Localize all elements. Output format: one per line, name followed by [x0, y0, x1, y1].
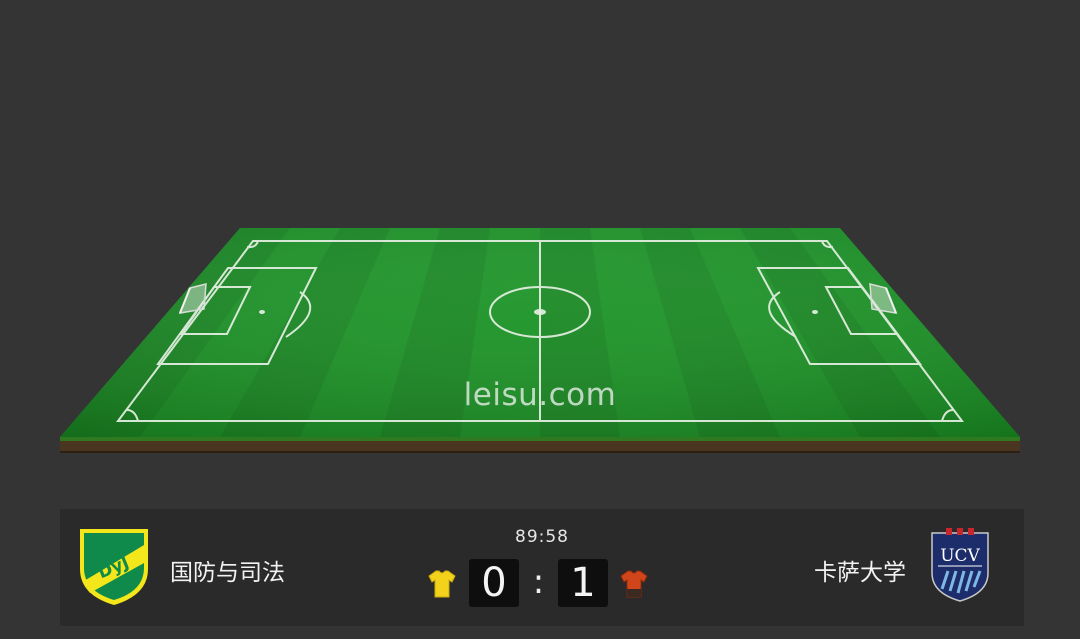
jersey-icon	[620, 569, 648, 599]
watermark: leisu.com	[463, 377, 617, 413]
pitch-view: leisu.com	[0, 0, 1080, 470]
away-team-logo[interactable]: UCV	[928, 527, 992, 603]
svg-text:UCV: UCV	[940, 546, 980, 566]
match-clock: 89:58	[515, 527, 569, 547]
away-score: 1	[558, 559, 608, 607]
home-score: 0	[469, 559, 519, 607]
home-team-name[interactable]: 国防与司法	[170, 553, 285, 587]
jersey-icon	[428, 569, 456, 599]
score-separator: :	[532, 562, 545, 602]
match-live-screen: leisu.com DyJ 国防与司法 89:58 0 : 1 卡萨大学 UCV	[0, 0, 1080, 639]
scoreboard: DyJ 国防与司法 89:58 0 : 1 卡萨大学 UCV	[60, 509, 1024, 626]
away-team-name[interactable]: 卡萨大学	[814, 553, 906, 587]
ucv-crest-icon: UCV	[931, 528, 989, 602]
